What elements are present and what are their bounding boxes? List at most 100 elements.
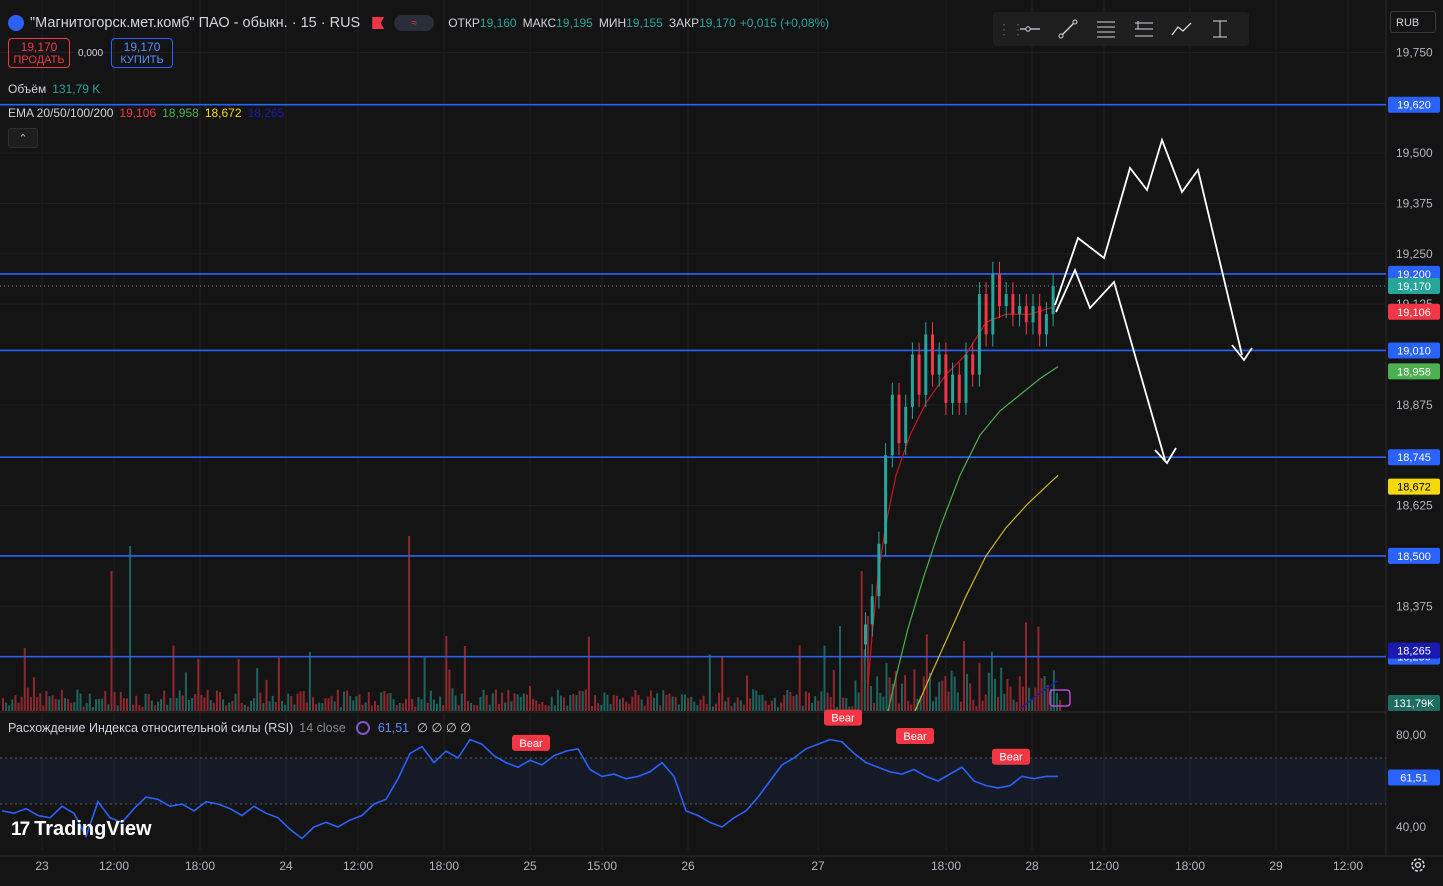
volume-bar	[879, 692, 882, 711]
time-tick-label: 23	[35, 859, 49, 873]
volume-bar	[203, 697, 206, 711]
volume-bar	[842, 697, 845, 711]
volume-bar	[327, 698, 330, 711]
volume-bar	[997, 697, 1000, 711]
volume-bar	[442, 705, 445, 711]
volume-bar	[966, 673, 969, 711]
volume-bar	[352, 700, 355, 711]
volume-bar	[358, 694, 361, 711]
chevron-up-icon: ⌃	[18, 132, 28, 145]
volume-bar	[150, 700, 153, 711]
trend-line-icon[interactable]	[1049, 14, 1087, 44]
long-position-icon[interactable]	[1125, 14, 1163, 44]
volume-bar	[482, 689, 485, 711]
volume-bar	[265, 679, 268, 711]
candle-body	[877, 543, 881, 597]
volume-bar	[494, 689, 497, 711]
volume-bar	[845, 698, 848, 711]
volume-bar	[897, 703, 900, 711]
volume-bar	[507, 689, 510, 711]
buy-button[interactable]: 19,170 КУПИТЬ	[111, 38, 174, 68]
volume-bar	[349, 695, 352, 711]
volume-bar	[541, 702, 544, 711]
volume-bar	[8, 705, 11, 711]
volume-bar	[742, 704, 745, 711]
volume-bar	[963, 641, 965, 711]
volume-bar	[42, 705, 45, 711]
volume-bar	[733, 702, 736, 711]
volume-bar	[680, 694, 683, 711]
rsi-legend[interactable]: Расхождение Индекса относительной силы (…	[8, 720, 471, 735]
candle-body	[1038, 306, 1042, 335]
volume-bar	[767, 705, 770, 711]
chart-area[interactable]: 19,75019,50019,37519,25019,12518,87518,6…	[0, 0, 1443, 881]
path-icon[interactable]	[1163, 14, 1201, 44]
volume-bar	[259, 692, 262, 711]
volume-bar	[76, 689, 79, 711]
volume-bar	[389, 692, 392, 711]
volume-bar	[817, 700, 820, 711]
volume-bar	[873, 702, 876, 711]
volume-bar	[194, 694, 197, 711]
chart-canvas[interactable]: 19,75019,50019,37519,25019,12518,87518,6…	[0, 0, 1443, 881]
price-tick-label: 19,375	[1396, 196, 1433, 210]
volume-bar	[135, 695, 138, 711]
volume-bar	[584, 689, 587, 711]
horizontal-ray-icon[interactable]	[1011, 14, 1049, 44]
volume-bar	[863, 649, 866, 711]
rsi-label: Расхождение Индекса относительной силы (…	[8, 720, 294, 735]
fib-icon[interactable]	[1087, 14, 1125, 44]
candle-body	[1031, 306, 1035, 323]
candle-body	[870, 596, 874, 625]
volume-bar	[603, 692, 606, 711]
price-tick-label: 18,375	[1396, 599, 1433, 613]
volume-bar	[1018, 676, 1021, 711]
price-tick-label: 18,875	[1396, 398, 1433, 412]
sell-price: 19,170	[20, 40, 58, 54]
rsi-source-icon	[355, 720, 370, 735]
flag-icon[interactable]	[372, 17, 385, 29]
sell-button[interactable]: 19,170 ПРОДАТЬ	[8, 38, 70, 68]
rsi-tick-label: 80,00	[1396, 728, 1426, 742]
volume-bar	[70, 702, 73, 711]
volume-bar	[901, 683, 903, 711]
volume-bar	[141, 706, 144, 711]
volume-bar	[764, 700, 767, 711]
volume-bar	[405, 698, 407, 711]
volume-bar	[969, 683, 972, 711]
volume-bar	[73, 702, 76, 711]
volume-bar	[36, 697, 39, 711]
chart-mode-toggle-icon[interactable]: ≈	[394, 15, 435, 31]
volume-legend[interactable]: Объём 131,79 K	[8, 82, 106, 96]
time-tick-label: 28	[1025, 859, 1039, 873]
volume-bar	[501, 692, 504, 711]
drag-handle-icon[interactable]: ⋮⋮	[997, 21, 1025, 38]
symbol-title[interactable]: "Магнитогорск.мет.комб" ПАО - обыкн. · 1…	[30, 15, 360, 31]
measure-icon[interactable]	[1201, 14, 1239, 44]
volume-bar	[5, 702, 8, 711]
volume-bar	[228, 702, 231, 711]
collapse-legend-button[interactable]: ⌃	[8, 128, 38, 148]
volume-bar	[870, 686, 872, 711]
indicator-price-text: 18,958	[1397, 366, 1431, 378]
volume-bar	[1040, 678, 1043, 711]
candle-body	[884, 455, 888, 544]
volume-bar	[535, 700, 538, 711]
settings-gear-icon[interactable]	[1409, 856, 1427, 874]
volume-bar	[646, 696, 649, 711]
currency-select[interactable]: RUB	[1390, 11, 1436, 33]
volume-bar	[243, 704, 246, 711]
volume-bar	[237, 659, 240, 711]
volume-bar	[64, 698, 66, 711]
ema-legend[interactable]: EMA 20/50/100/200 19,106 18,958 18,672 18,26…	[8, 106, 290, 120]
volume-bar	[119, 692, 122, 711]
volume-bar	[91, 706, 94, 711]
volume-bar	[696, 705, 699, 711]
volume-bar	[253, 698, 256, 711]
time-tick-label: 12:00	[1333, 859, 1363, 873]
volume-bar	[200, 694, 203, 711]
bear-divergence-text: Bear	[999, 752, 1023, 764]
tradingview-logo[interactable]: 17 TradingView	[11, 818, 152, 841]
volume-bar	[367, 692, 370, 711]
volume-bar	[33, 677, 35, 711]
